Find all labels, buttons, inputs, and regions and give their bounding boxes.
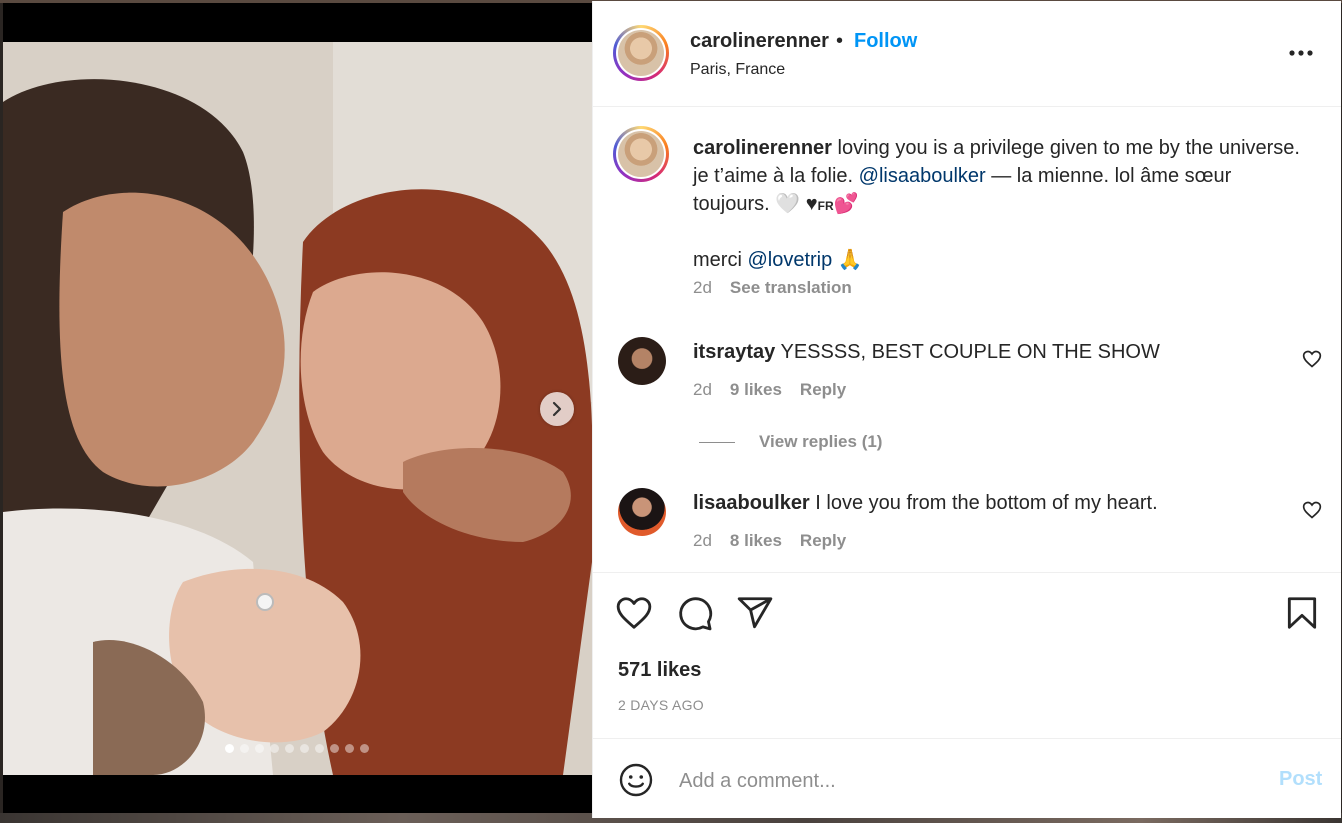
comment-input[interactable] [677, 763, 1261, 799]
heart-emoji-icon: ♥ [805, 193, 818, 215]
share-icon[interactable] [736, 594, 774, 632]
comment-text: lisaaboulker I love you from the bottom … [693, 492, 1158, 515]
post-media [3, 3, 592, 813]
carousel-dot [360, 744, 369, 753]
commenter-username[interactable]: itsraytay [693, 341, 775, 363]
reply-button[interactable]: Reply [800, 531, 846, 551]
post-header: carolinerenner • Follow Paris, France [593, 1, 1341, 107]
author-avatar-image [618, 30, 664, 76]
carousel-dot [255, 744, 264, 753]
author-avatar[interactable] [613, 25, 669, 81]
caption-avatar-image [618, 131, 664, 177]
chevron-right-icon [552, 401, 562, 417]
likes-count[interactable]: 571 likes [618, 659, 701, 682]
comment-age[interactable]: 2d [693, 531, 712, 551]
comment-like-heart-icon[interactable] [1302, 349, 1322, 369]
commenter-avatar[interactable] [618, 488, 666, 536]
bookmark-icon[interactable] [1283, 594, 1321, 632]
author-username[interactable]: carolinerenner [690, 30, 829, 53]
view-replies-button[interactable]: View replies (1) [699, 432, 882, 452]
reply-button[interactable]: Reply [800, 380, 846, 400]
view-replies-label: View replies (1) [759, 432, 883, 451]
comment-meta: 2d 8 likes Reply [693, 531, 846, 551]
more-horizontal-icon[interactable] [1287, 39, 1315, 67]
carousel-dot [330, 744, 339, 753]
comment-age[interactable]: 2d [693, 380, 712, 400]
see-translation-button[interactable]: See translation [730, 278, 852, 298]
post-photo [3, 42, 592, 775]
comment-like-heart-icon[interactable] [1302, 500, 1322, 520]
comment-likes[interactable]: 9 likes [730, 380, 782, 400]
carousel-next-button[interactable] [540, 392, 574, 426]
mention-link[interactable]: @lisaaboulker [859, 165, 986, 187]
comment-icon[interactable] [676, 594, 714, 632]
commenter-username[interactable]: lisaaboulker [693, 492, 810, 514]
comment-body: YESSSS, BEST COUPLE ON THE SHOW [775, 341, 1160, 363]
caption-meta: 2d See translation [693, 278, 852, 298]
carousel-dot [225, 744, 234, 753]
carousel-dot [285, 744, 294, 753]
two-hearts-emoji-icon: 💕 [833, 193, 859, 215]
post-location[interactable]: Paris, France [690, 61, 785, 79]
flag-emoji: FR [817, 199, 834, 213]
caption-text: carolinerenner loving you is a privilege… [693, 134, 1313, 274]
separator-dot: • [836, 30, 844, 52]
comment-meta: 2d 9 likes Reply [693, 380, 846, 400]
carousel-indicator [225, 744, 369, 753]
post-actions: 571 likes 2 DAYS AGO [593, 572, 1341, 739]
emoji-icon[interactable] [618, 762, 654, 798]
mention-link-2[interactable]: @lovetrip [747, 249, 832, 271]
comment-likes[interactable]: 8 likes [730, 531, 782, 551]
post-comment-button[interactable]: Post [1279, 768, 1322, 791]
carousel-dot [345, 744, 354, 753]
caption-text-3: merci [693, 249, 748, 271]
post-detail-panel: carolinerenner • Follow Paris, France ca… [592, 1, 1341, 818]
carousel-dot [240, 744, 249, 753]
commenter-avatar[interactable] [618, 337, 666, 385]
photo-illustration [3, 42, 592, 775]
add-comment-bar: Post [593, 738, 1341, 819]
carousel-dot [270, 744, 279, 753]
caption-avatar[interactable] [613, 126, 669, 182]
caption-age[interactable]: 2d [693, 278, 712, 298]
carousel-dot [300, 744, 309, 753]
comment-body: I love you from the bottom of my heart. [809, 492, 1158, 514]
caption-username[interactable]: carolinerenner [693, 137, 832, 159]
comment-text: itsraytay YESSSS, BEST COUPLE ON THE SHO… [693, 341, 1160, 364]
follow-button[interactable]: Follow [854, 30, 917, 53]
post-date[interactable]: 2 DAYS AGO [618, 697, 704, 713]
heart-icon[interactable] [615, 594, 653, 632]
praying-hands-emoji-icon: 🙏 [832, 249, 863, 271]
replies-divider-line [699, 441, 735, 443]
carousel-dot [315, 744, 324, 753]
